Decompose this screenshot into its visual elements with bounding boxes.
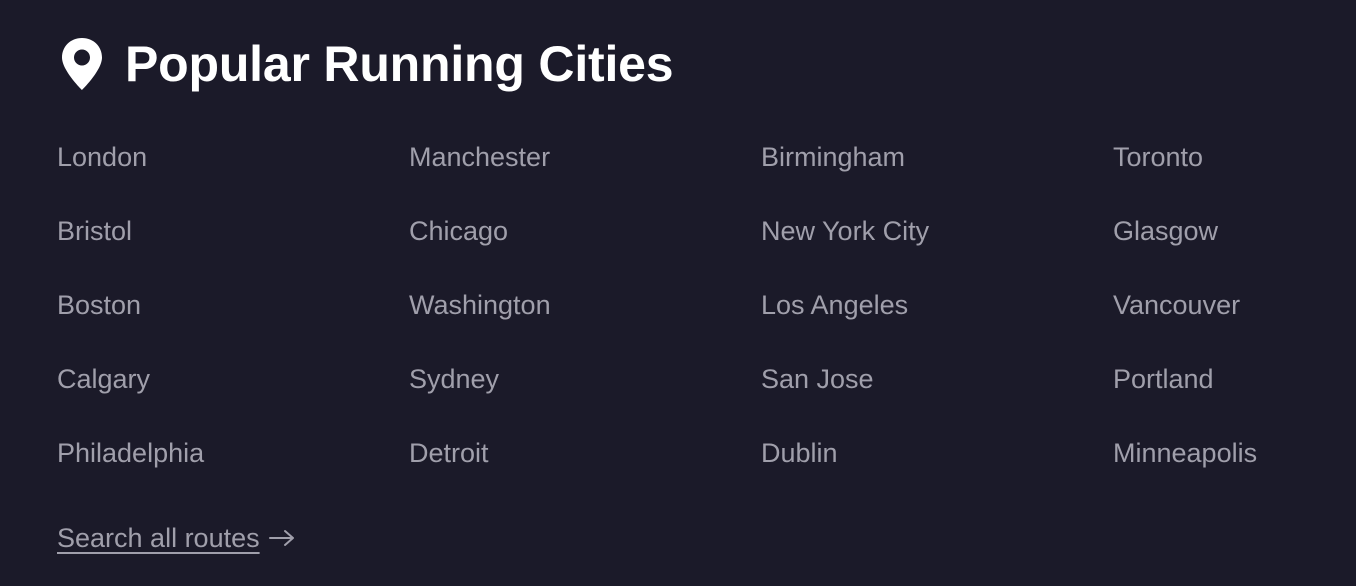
city-link-vancouver[interactable]: Vancouver	[1113, 283, 1240, 327]
city-link-detroit[interactable]: Detroit	[409, 431, 489, 475]
city-link-london[interactable]: London	[57, 135, 147, 179]
city-link-bristol[interactable]: Bristol	[57, 209, 132, 253]
city-link-sydney[interactable]: Sydney	[409, 357, 499, 401]
city-link-minneapolis[interactable]: Minneapolis	[1113, 431, 1257, 475]
city-link-toronto[interactable]: Toronto	[1113, 135, 1203, 179]
city-list: London Manchester Birmingham Toronto Bristol…	[57, 135, 1317, 505]
city-link-new-york-city[interactable]: New York City	[761, 209, 929, 253]
city-link-washington[interactable]: Washington	[409, 283, 551, 327]
city-link-calgary[interactable]: Calgary	[57, 357, 150, 401]
city-link-glasgow[interactable]: Glasgow	[1113, 209, 1218, 253]
city-link-chicago[interactable]: Chicago	[409, 209, 508, 253]
search-all-routes-label: Search all routes	[57, 523, 260, 553]
city-link-boston[interactable]: Boston	[57, 283, 141, 327]
city-link-birmingham[interactable]: Birmingham	[761, 135, 905, 179]
search-all-routes-link[interactable]: Search all routes	[57, 518, 296, 558]
city-link-philadelphia[interactable]: Philadelphia	[57, 431, 204, 475]
city-link-manchester[interactable]: Manchester	[409, 135, 550, 179]
city-link-los-angeles[interactable]: Los Angeles	[761, 283, 908, 327]
popular-cities-section: Popular Running Cities London Manchester B…	[0, 0, 1356, 586]
city-link-dublin[interactable]: Dublin	[761, 431, 838, 475]
section-header: Popular Running Cities	[60, 34, 674, 94]
city-link-portland[interactable]: Portland	[1113, 357, 1214, 401]
map-pin-icon	[60, 36, 104, 92]
arrow-right-icon	[268, 528, 296, 548]
section-title: Popular Running Cities	[125, 36, 674, 92]
city-link-san-jose[interactable]: San Jose	[761, 357, 874, 401]
